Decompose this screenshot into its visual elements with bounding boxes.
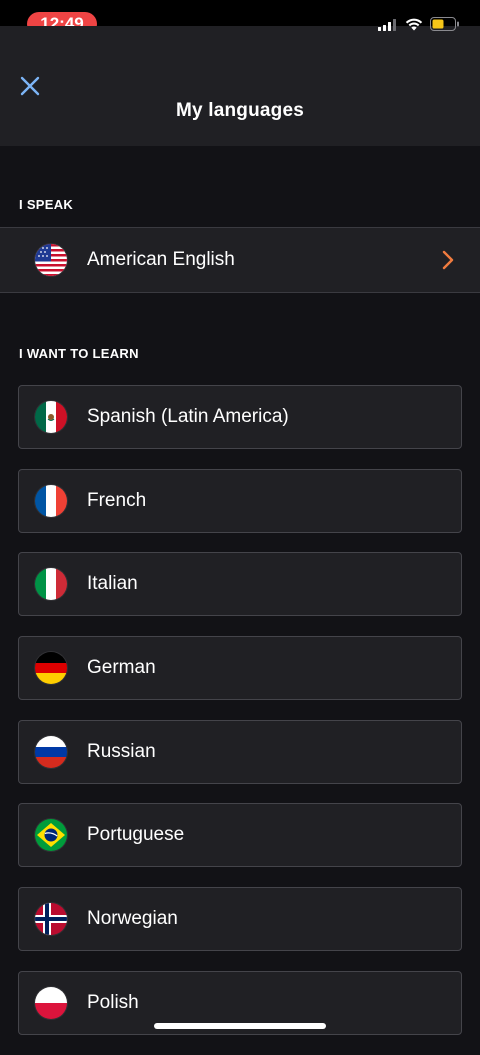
brazil-flag-icon — [35, 819, 67, 852]
language-card-french[interactable]: French — [18, 468, 462, 533]
language-label: Spanish (Latin America) — [87, 406, 289, 427]
russia-flag-icon — [35, 735, 67, 768]
language-card-norwegian[interactable]: Norwegian — [18, 887, 462, 952]
language-card-italian[interactable]: Italian — [18, 552, 462, 617]
germany-flag-icon — [35, 652, 67, 685]
close-button[interactable] — [16, 74, 44, 102]
language-label: Russian — [87, 740, 156, 762]
speak-language-label: American English — [87, 249, 235, 270]
close-icon — [20, 76, 40, 101]
poland-flag-icon — [35, 986, 67, 1019]
language-label: Italian — [87, 573, 138, 595]
us-flag-icon — [35, 244, 67, 276]
language-card-russian[interactable]: Russian — [18, 719, 462, 784]
italy-flag-icon — [35, 568, 67, 601]
status-icons — [378, 17, 460, 36]
cellular-signal-icon — [378, 18, 398, 36]
norway-flag-icon — [35, 903, 67, 936]
battery-low-icon — [430, 17, 460, 36]
mexico-flag-icon — [35, 401, 67, 433]
language-label: Norwegian — [87, 908, 178, 930]
page-title: My languages — [175, 100, 305, 121]
language-card-portuguese[interactable]: Portuguese — [18, 803, 462, 868]
i-want-to-learn-label: I WANT TO LEARN — [19, 346, 139, 361]
wifi-icon — [405, 18, 423, 36]
language-label: French — [87, 489, 147, 511]
language-card-german[interactable]: German — [18, 636, 462, 701]
learn-language-list: Spanish (Latin America) French Italian G… — [18, 385, 462, 1055]
france-flag-icon — [35, 484, 67, 517]
language-label: Portuguese — [87, 824, 185, 846]
i-speak-label: I SPEAK — [19, 197, 74, 212]
language-label: Polish — [87, 991, 139, 1013]
home-indicator[interactable] — [154, 1023, 326, 1029]
language-label: German — [87, 657, 156, 679]
header-bar — [0, 26, 480, 146]
chevron-right-icon — [442, 250, 454, 275]
language-card-spanish[interactable]: Spanish (Latin America) — [18, 385, 462, 449]
speak-language-row[interactable]: American English — [0, 227, 480, 293]
